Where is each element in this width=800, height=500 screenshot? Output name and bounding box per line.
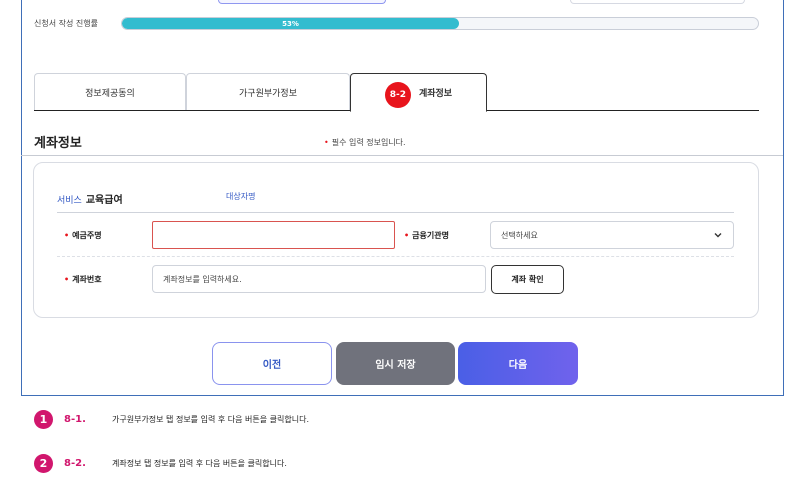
tab-label: 계좌정보	[418, 89, 453, 99]
tab-household-extra-info[interactable]: 가구원부가정보	[186, 73, 350, 110]
target-name-label: 대상자명	[226, 192, 256, 201]
bank-label: • 금융기관명	[404, 230, 449, 241]
required-dot-icon: •	[324, 138, 329, 147]
account-confirm-button[interactable]: 계좌 확인	[491, 265, 564, 294]
note-item: 2 8-2. 계좌정보 탭 정보를 입력 후 다음 버튼을 클릭합니다.	[34, 454, 287, 473]
note-text: 가구원부가정보 탭 정보를 입력 후 다음 버튼을 클릭합니다.	[112, 415, 309, 424]
service-label: 서비스 교육급여	[57, 191, 123, 206]
bank-label-text: 금융기관명	[412, 231, 449, 240]
progress-fill: 53%	[122, 18, 460, 29]
holder-label: • 예금주명	[64, 230, 102, 241]
step-number-badge: 1	[34, 410, 53, 429]
required-note-text: 필수 입력 정보입니다.	[331, 138, 406, 147]
next-button[interactable]: 다음	[458, 342, 578, 385]
progress-bar: 53%	[121, 17, 759, 30]
holder-label-text: 예금주명	[72, 231, 102, 240]
top-field-partial[interactable]	[570, 0, 745, 4]
account-number-label-text: 계좌번호	[72, 275, 102, 284]
required-dot-icon: •	[64, 231, 70, 240]
step-number-badge: 2	[34, 454, 53, 473]
progress-percent: 53%	[282, 19, 299, 28]
required-note: • 필수 입력 정보입니다.	[324, 137, 406, 148]
account-holder-input[interactable]	[152, 221, 395, 249]
chevron-down-icon	[714, 233, 722, 238]
bank-select-value: 선택하세요	[501, 230, 538, 240]
account-number-placeholder: 계좌정보를 입력하세요.	[163, 274, 242, 284]
divider	[57, 212, 734, 213]
temp-save-button[interactable]: 임시 저장	[336, 342, 455, 385]
tab-info-consent[interactable]: 정보제공동의	[34, 73, 186, 110]
required-dot-icon: •	[64, 275, 70, 284]
divider	[57, 256, 734, 257]
note-item: 1 8-1. 가구원부가정보 탭 정보를 입력 후 다음 버튼을 클릭합니다.	[34, 410, 309, 429]
service-prefix: 서비스	[57, 196, 82, 206]
tab-bar: 정보제공동의 가구원부가정보 8-2 계좌정보	[34, 73, 759, 112]
account-number-input[interactable]: 계좌정보를 입력하세요.	[152, 265, 486, 293]
section-title: 계좌정보	[34, 136, 82, 151]
required-dot-icon: •	[404, 231, 410, 240]
divider	[21, 155, 783, 156]
tab-label: 가구원부가정보	[239, 88, 297, 99]
service-name: 교육급여	[85, 195, 123, 206]
step-badge: 8-2	[384, 81, 411, 108]
progress-label: 신청서 작성 진행률	[34, 19, 98, 28]
note-text: 계좌정보 탭 정보를 입력 후 다음 버튼을 클릭합니다.	[112, 459, 287, 468]
account-number-label: • 계좌번호	[64, 274, 102, 285]
prev-button[interactable]: 이전	[212, 342, 332, 385]
top-button-partial[interactable]	[218, 0, 386, 4]
bank-select[interactable]: 선택하세요	[490, 221, 734, 249]
tab-label: 정보제공동의	[85, 88, 135, 99]
note-step: 8-2.	[64, 458, 86, 469]
note-step: 8-1.	[64, 414, 86, 425]
tab-account-info[interactable]: 8-2 계좌정보	[350, 73, 487, 112]
